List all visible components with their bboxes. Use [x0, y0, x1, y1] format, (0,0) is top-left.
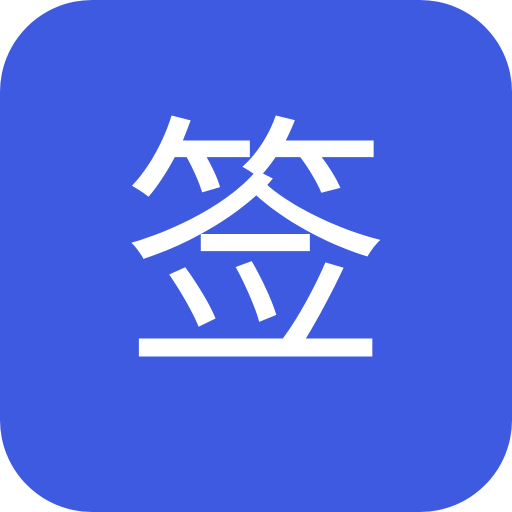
app-icon[interactable]: 签 — [0, 0, 512, 512]
app-icon-glyph: 签 — [122, 94, 390, 406]
